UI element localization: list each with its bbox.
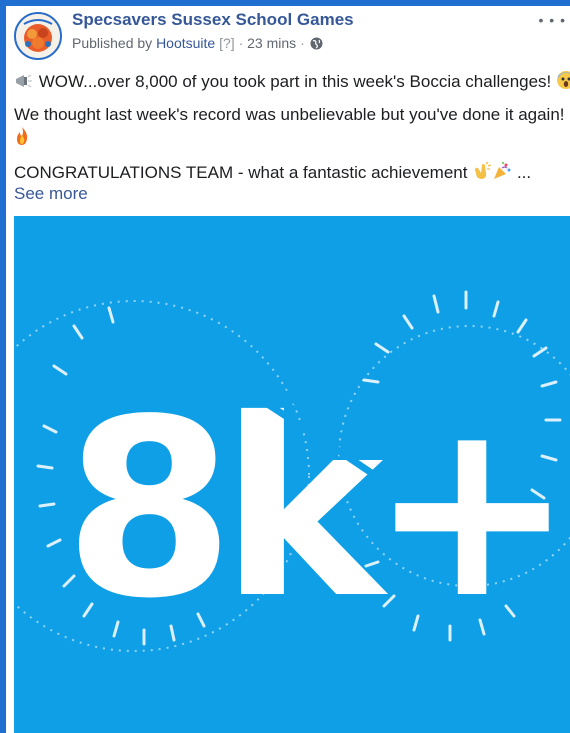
party-popper-emoji [492, 161, 512, 186]
post-text-line-2: We thought last week's record was unbeli… [14, 105, 565, 124]
clap-emoji [472, 161, 492, 186]
headline-text: 8k+ [64, 367, 561, 652]
post-line-1: WOW...over 8,000 of you took part in thi… [14, 70, 570, 95]
globe-icon[interactable] [310, 37, 323, 50]
see-more-link[interactable]: See more [14, 184, 88, 204]
post-time-link[interactable]: 23 mins [247, 35, 296, 51]
avatar-logo-icon [16, 14, 60, 58]
ellipsis-icon[interactable]: • • • [539, 12, 566, 28]
post-text-line-1: WOW...over 8,000 of you took part in thi… [38, 72, 552, 91]
hootsuite-link[interactable]: Hootsuite [156, 35, 215, 51]
scream-emoji [556, 70, 570, 95]
post-image[interactable]: 8k+ [14, 216, 570, 733]
post-line-2b [14, 126, 570, 151]
published-by-label: Published by [72, 35, 153, 51]
meta-separator: · [238, 35, 244, 51]
post-meta: Published by Hootsuite [?] · 23 mins · [72, 35, 323, 51]
post-text-line-3: CONGRATULATIONS TEAM - what a fantastic … [14, 163, 468, 182]
page-name-link[interactable]: Specsavers Sussex School Games [72, 10, 354, 30]
facebook-post: Specsavers Sussex School Games Published… [6, 6, 570, 733]
page-avatar[interactable] [14, 12, 62, 60]
post-image-graphic: 8k+ [14, 216, 570, 733]
post-text-ellipsis: ... [516, 163, 532, 182]
post-line-2: We thought last week's record was unbeli… [14, 103, 570, 128]
megaphone-emoji [14, 72, 34, 95]
fire-emoji-2 [14, 126, 30, 151]
meta-separator-2: · [300, 35, 305, 51]
help-marker[interactable]: [?] [219, 35, 235, 51]
post-line-3: CONGRATULATIONS TEAM - what a fantastic … [14, 161, 570, 186]
